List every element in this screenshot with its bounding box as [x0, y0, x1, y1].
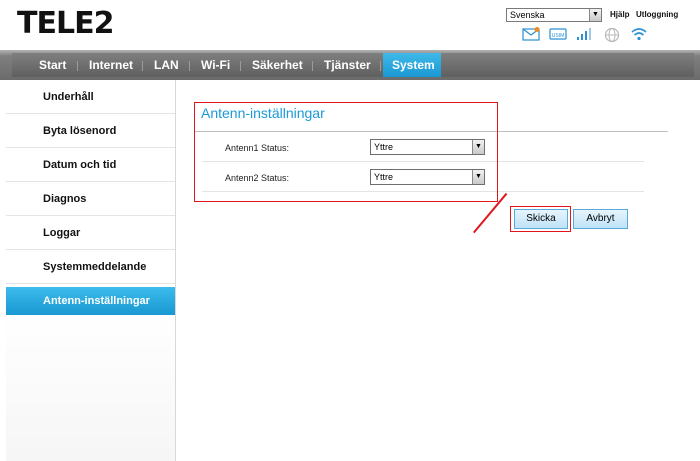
tab-lan[interactable]: LAN	[145, 53, 188, 77]
sim-icon: USIM	[548, 27, 568, 43]
sidebar-divider	[175, 80, 176, 461]
logout-link[interactable]: Utloggning	[636, 10, 678, 19]
sms-icon[interactable]	[521, 27, 541, 43]
language-select[interactable]: Svenska ▼	[506, 8, 602, 22]
sidebar-item-underhall[interactable]: Underhåll	[6, 80, 175, 114]
sidebar-item-diagnos[interactable]: Diagnos	[6, 182, 175, 216]
chevron-down-icon: ▼	[589, 9, 601, 21]
signal-icon	[575, 27, 595, 43]
tele2-logo: TELE2	[17, 6, 114, 41]
svg-text:USIM: USIM	[552, 33, 565, 39]
help-link[interactable]: Hjälp	[610, 10, 630, 19]
sidebar-item-byta-losenord[interactable]: Byta lösenord	[6, 114, 175, 148]
tab-system[interactable]: System	[383, 53, 441, 77]
nav-separator	[312, 61, 313, 71]
language-value: Svenska	[510, 10, 545, 20]
status-icons: USIM	[521, 26, 649, 44]
sidebar-item-datum-och-tid[interactable]: Datum och tid	[6, 148, 175, 182]
sidebar-item-systemmeddelande[interactable]: Systemmeddelande	[6, 250, 175, 284]
main-nav: Start Internet LAN Wi-Fi Säkerhet Tjänst…	[0, 50, 700, 80]
nav-separator	[380, 61, 381, 71]
tab-sakerhet[interactable]: Säkerhet	[243, 53, 312, 77]
header: TELE2 Svenska ▼ Hjälp Utloggning USIM	[0, 0, 700, 50]
nav-separator	[77, 61, 78, 71]
tab-start[interactable]: Start	[30, 53, 75, 77]
globe-icon	[602, 27, 622, 43]
highlight-box-settings	[194, 102, 498, 202]
sidebar-item-loggar[interactable]: Loggar	[6, 216, 175, 250]
tab-tjanster[interactable]: Tjänster	[315, 53, 380, 77]
sidebar: Underhåll Byta lösenord Datum och tid Di…	[6, 80, 175, 461]
cancel-button[interactable]: Avbryt	[573, 209, 628, 229]
nav-separator	[240, 61, 241, 71]
tab-wifi[interactable]: Wi-Fi	[192, 53, 239, 77]
tab-internet[interactable]: Internet	[80, 53, 142, 77]
sidebar-item-antenn-installningar[interactable]: Antenn-inställningar	[6, 287, 175, 315]
highlight-box-submit	[510, 206, 571, 232]
nav-separator	[142, 61, 143, 71]
wifi-icon	[629, 27, 649, 43]
nav-separator	[189, 61, 190, 71]
